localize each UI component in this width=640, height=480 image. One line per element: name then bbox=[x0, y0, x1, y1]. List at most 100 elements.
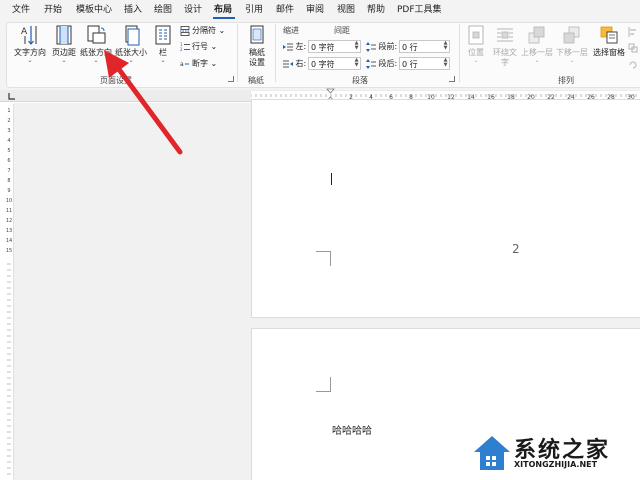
indent-heading: 缩进 bbox=[283, 26, 299, 35]
orientation-button[interactable]: 纸张方向 ⌄ bbox=[78, 24, 114, 68]
text-cursor bbox=[331, 173, 332, 185]
menu-insert[interactable]: 插入 bbox=[124, 4, 142, 16]
menu-design[interactable]: 设计 bbox=[184, 4, 202, 16]
menu-help[interactable]: 帮助 bbox=[367, 4, 385, 16]
margins-icon bbox=[56, 25, 72, 45]
paper-size-icon bbox=[125, 25, 140, 46]
spacing-after-icon bbox=[366, 58, 376, 69]
breaks-button[interactable]: 分隔符 ⌄ bbox=[180, 25, 225, 37]
send-backward-icon bbox=[563, 26, 580, 44]
ruler-tick-label: 14 bbox=[6, 238, 12, 244]
chevron-down-icon: ⌄ bbox=[569, 57, 575, 64]
columns-icon bbox=[155, 25, 171, 45]
ruler-tick-label: 4 bbox=[7, 138, 10, 144]
ruler-tick-label: 8 bbox=[7, 178, 10, 184]
paragraph-group-label: 段落 bbox=[352, 76, 368, 85]
line-numbers-button[interactable]: 1 2 行号 ⌄ bbox=[180, 41, 217, 53]
svg-text:A: A bbox=[21, 27, 28, 37]
group-separator bbox=[237, 24, 238, 82]
page-setup-launcher-icon[interactable] bbox=[228, 76, 234, 82]
tab-selector-icon[interactable] bbox=[8, 92, 16, 100]
indent-left-label: 左: bbox=[295, 42, 307, 51]
position-button[interactable]: 位置 ⌄ bbox=[462, 24, 490, 68]
spacing-before-spinner[interactable]: 段前: 0 行 ▲ ▼ bbox=[366, 40, 450, 53]
columns-button[interactable]: 栏 ⌄ bbox=[152, 24, 174, 68]
rotate-icon bbox=[629, 61, 637, 68]
wrap-text-icon bbox=[497, 28, 513, 42]
menu-file[interactable]: 文件 bbox=[12, 4, 30, 16]
spinner-arrows-icon[interactable]: ▲ ▼ bbox=[353, 58, 360, 68]
group-objects-button[interactable] bbox=[628, 42, 640, 54]
align-icon bbox=[628, 26, 636, 37]
menu-draw[interactable]: 绘图 bbox=[154, 4, 172, 16]
svg-text:a: a bbox=[180, 61, 184, 68]
vertical-ruler[interactable]: 1 2 3 4 5 6 7 8 9 10 11 12 13 14 15 bbox=[4, 104, 14, 480]
ruler-tick-label: 9 bbox=[7, 188, 10, 194]
page-number: 2 bbox=[512, 242, 520, 256]
paragraph-launcher-icon[interactable] bbox=[449, 76, 455, 82]
crop-mark bbox=[316, 377, 331, 392]
selection-pane-button[interactable]: 选择窗格 bbox=[591, 24, 627, 68]
active-tab-indicator bbox=[213, 17, 235, 19]
watermark-url: XITONGZHIJIA.NET bbox=[514, 460, 598, 469]
ruler-tick-label: 6 bbox=[7, 158, 10, 164]
document-canvas[interactable]: 2 哈哈哈哈 bbox=[14, 99, 640, 480]
line-numbers-icon: 1 2 bbox=[180, 42, 190, 52]
manuscript-settings-button[interactable]: 稿纸 设置 bbox=[242, 24, 272, 68]
wrap-text-label-1: 环绕文 bbox=[493, 48, 517, 57]
chevron-down-icon: ⌄ bbox=[216, 26, 226, 35]
ruler-tick-label: 2 bbox=[7, 118, 10, 124]
position-icon bbox=[468, 25, 484, 45]
wrap-text-label-2: 字 bbox=[501, 58, 509, 67]
size-button[interactable]: 纸张大小 ⌄ bbox=[114, 24, 148, 68]
breaks-icon bbox=[180, 25, 190, 36]
crop-mark bbox=[316, 251, 331, 266]
ruler-tick-label: 1 bbox=[7, 108, 10, 114]
menu-home[interactable]: 开始 bbox=[44, 4, 62, 16]
indent-right-label: 右: bbox=[295, 59, 307, 68]
ruler-tick-label: 3 bbox=[7, 128, 10, 134]
ruler-tick-label: 12 bbox=[6, 218, 12, 224]
bring-forward-button[interactable]: 上移一层 ⌄ bbox=[520, 24, 554, 68]
orientation-icon bbox=[87, 25, 106, 44]
indent-left-icon bbox=[283, 43, 293, 50]
send-backward-button[interactable]: 下移一层 ⌄ bbox=[555, 24, 589, 68]
menu-review[interactable]: 审阅 bbox=[306, 4, 324, 16]
wrap-text-button[interactable]: 环绕文 字 bbox=[490, 24, 520, 68]
spacing-before-icon bbox=[366, 41, 376, 52]
indent-left-spinner[interactable]: 左: 0 字符 ▲ ▼ bbox=[283, 40, 361, 53]
text-direction-button[interactable]: A 文字方向 ⌄ bbox=[12, 24, 48, 68]
menu-view[interactable]: 视图 bbox=[337, 4, 355, 16]
align-button[interactable] bbox=[628, 26, 640, 38]
rotate-button[interactable] bbox=[628, 58, 640, 70]
chevron-down-icon: ⌄ bbox=[208, 59, 218, 68]
breaks-label: 分隔符 bbox=[192, 26, 216, 35]
chevron-down-icon: ⌄ bbox=[93, 57, 99, 64]
hyphenation-button[interactable]: a 断字 ⌄ bbox=[180, 58, 217, 70]
menu-pdf-tools[interactable]: PDF工具集 bbox=[397, 4, 442, 16]
spinner-arrows-icon[interactable]: ▲ ▼ bbox=[442, 41, 449, 51]
ribbon: A 文字方向 ⌄ 页边距 ⌄ 纸张方向 ⌄ 纸张大小 ⌄ 栏 ⌄ 分隔符 ⌄ 1… bbox=[0, 20, 640, 90]
spacing-after-spinner[interactable]: 段后: 0 行 ▲ ▼ bbox=[366, 57, 450, 70]
bring-forward-icon bbox=[528, 26, 545, 44]
group-objects-icon bbox=[628, 43, 638, 52]
menu-references[interactable]: 引用 bbox=[245, 4, 263, 16]
menu-layout[interactable]: 布局 bbox=[214, 4, 232, 16]
selection-pane-label: 选择窗格 bbox=[593, 48, 625, 57]
document-page[interactable]: 2 bbox=[251, 99, 640, 318]
ruler-tick-label: 15 bbox=[6, 248, 12, 254]
chevron-down-icon: ⌄ bbox=[61, 57, 67, 64]
svg-text:2: 2 bbox=[180, 47, 183, 52]
chevron-down-icon: ⌄ bbox=[160, 57, 166, 64]
menu-bar: 文件 开始 模板中心 插入 绘图 设计 布局 引用 邮件 审阅 视图 帮助 PD… bbox=[0, 0, 640, 20]
vertical-ruler-scale: 123456789101112131415 bbox=[6, 108, 12, 475]
line-numbers-label: 行号 bbox=[192, 42, 208, 51]
menu-templates[interactable]: 模板中心 bbox=[76, 4, 112, 16]
margins-button[interactable]: 页边距 ⌄ bbox=[49, 24, 79, 68]
ruler-tick-label: 10 bbox=[6, 198, 12, 204]
spinner-arrows-icon[interactable]: ▲ ▼ bbox=[353, 41, 360, 51]
indent-right-spinner[interactable]: 右: 0 字符 ▲ ▼ bbox=[283, 57, 361, 70]
menu-mailings[interactable]: 邮件 bbox=[276, 4, 294, 16]
spinner-arrows-icon[interactable]: ▲ ▼ bbox=[442, 58, 449, 68]
group-separator bbox=[459, 24, 460, 82]
